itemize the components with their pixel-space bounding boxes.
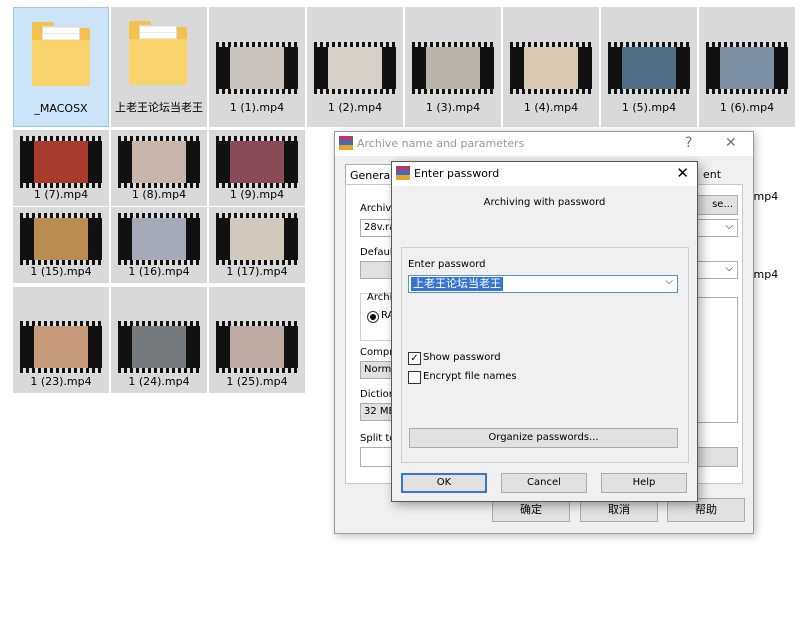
encrypt-file-names-label: Encrypt file names: [423, 371, 517, 382]
video-file-item[interactable]: 1 (6).mp4: [699, 7, 795, 127]
video-file-item[interactable]: 1 (2).mp4: [307, 7, 403, 127]
show-password-checkbox[interactable]: ✓: [408, 352, 421, 365]
chevron-down-icon: ⌵: [725, 263, 733, 274]
video-thumbnail-icon: [216, 136, 298, 188]
video-thumbnail-icon: [706, 42, 788, 94]
folder-item[interactable]: _MACOSX: [13, 7, 109, 127]
video-thumbnail-icon: [20, 213, 102, 265]
video-thumbnail-icon: [20, 136, 102, 188]
video-thumbnail-icon: [20, 321, 102, 373]
help-icon[interactable]: ?: [685, 135, 692, 151]
ok-button[interactable]: OK: [401, 473, 487, 493]
video-thumbnail-icon: [118, 321, 200, 373]
organize-passwords-button[interactable]: Organize passwords...: [409, 428, 678, 448]
video-thumbnail-icon: [118, 136, 200, 188]
video-file-item[interactable]: 1 (7).mp4: [13, 130, 109, 206]
folder-item[interactable]: 上老王论坛当老王: [111, 7, 207, 127]
video-thumbnail-icon: [608, 42, 690, 94]
video-thumbnail-icon: [216, 42, 298, 94]
video-file-item[interactable]: 1 (8).mp4: [111, 130, 207, 206]
cancel-button[interactable]: Cancel: [501, 473, 587, 493]
folder-icon: [32, 22, 90, 88]
folder-icon: [129, 21, 187, 87]
video-thumbnail-icon: [314, 42, 396, 94]
video-file-item[interactable]: 1 (1).mp4: [209, 7, 305, 127]
close-icon[interactable]: ✕: [725, 135, 737, 151]
archive-dialog-title: Archive name and parameters: [357, 137, 525, 150]
file-name-label: 1 (3).mp4: [425, 101, 481, 114]
encrypt-file-names-checkbox[interactable]: [408, 371, 421, 384]
file-name-label: 1 (24).mp4: [128, 375, 190, 388]
video-thumbnail-icon: [510, 42, 592, 94]
partial-file-label: .mp4: [750, 268, 779, 281]
enter-password-dialog: Enter password ✕ Archiving with password…: [391, 161, 698, 502]
show-password-label: Show password: [423, 352, 501, 363]
file-name-label: 1 (8).mp4: [131, 188, 187, 201]
video-thumbnail-icon: [216, 321, 298, 373]
video-file-item[interactable]: 1 (5).mp4: [601, 7, 697, 127]
archive-dialog-titlebar: Archive name and parameters ? ✕: [335, 132, 753, 156]
video-thumbnail-icon: [412, 42, 494, 94]
video-thumbnail-icon: [118, 213, 200, 265]
video-file-item[interactable]: 1 (3).mp4: [405, 7, 501, 127]
video-file-item[interactable]: 1 (16).mp4: [111, 207, 207, 283]
video-file-item[interactable]: 1 (24).mp4: [111, 287, 207, 393]
password-dialog-title: Enter password: [414, 167, 500, 180]
file-name-label: 1 (23).mp4: [30, 375, 92, 388]
file-name-label: 1 (5).mp4: [621, 101, 677, 114]
video-file-item[interactable]: 1 (17).mp4: [209, 207, 305, 283]
winrar-icon: [396, 166, 410, 180]
video-file-item[interactable]: 1 (15).mp4: [13, 207, 109, 283]
archiving-with-password-text: Archiving with password: [483, 197, 606, 208]
chevron-down-icon: ⌵: [725, 221, 733, 232]
password-input[interactable]: 上老王论坛当老王 ⌵: [408, 275, 678, 293]
winrar-icon: [339, 136, 353, 150]
tab-comment[interactable]: ent: [703, 168, 721, 181]
password-dialog-titlebar: Enter password ✕: [392, 162, 697, 186]
help-button[interactable]: Help: [601, 473, 687, 493]
rar-radio[interactable]: [367, 311, 379, 323]
file-name-label: 1 (15).mp4: [30, 265, 92, 278]
file-name-label: 1 (9).mp4: [229, 188, 285, 201]
video-file-item[interactable]: 1 (4).mp4: [503, 7, 599, 127]
video-file-item[interactable]: 1 (25).mp4: [209, 287, 305, 393]
chevron-down-icon[interactable]: ⌵: [665, 276, 673, 287]
file-name-label: 1 (1).mp4: [229, 101, 285, 114]
file-name-label: 1 (17).mp4: [226, 265, 288, 278]
video-thumbnail-icon: [216, 213, 298, 265]
file-name-label: 1 (25).mp4: [226, 375, 288, 388]
partial-file-label: .mp4: [750, 190, 779, 203]
password-value: 上老王论坛当老王: [411, 277, 503, 291]
tab-general[interactable]: General: [345, 164, 397, 184]
file-name-label: 1 (7).mp4: [33, 188, 89, 201]
file-name-label: 1 (2).mp4: [327, 101, 383, 114]
close-icon[interactable]: ✕: [676, 164, 689, 182]
enter-password-label: Enter password: [408, 259, 486, 270]
file-name-label: 上老王论坛当老王: [115, 101, 203, 114]
video-file-item[interactable]: 1 (23).mp4: [13, 287, 109, 393]
file-name-label: 1 (6).mp4: [719, 101, 775, 114]
file-name-label: 1 (16).mp4: [128, 265, 190, 278]
video-file-item[interactable]: 1 (9).mp4: [209, 130, 305, 206]
file-name-label: _MACOSX: [34, 102, 88, 115]
file-name-label: 1 (4).mp4: [523, 101, 579, 114]
